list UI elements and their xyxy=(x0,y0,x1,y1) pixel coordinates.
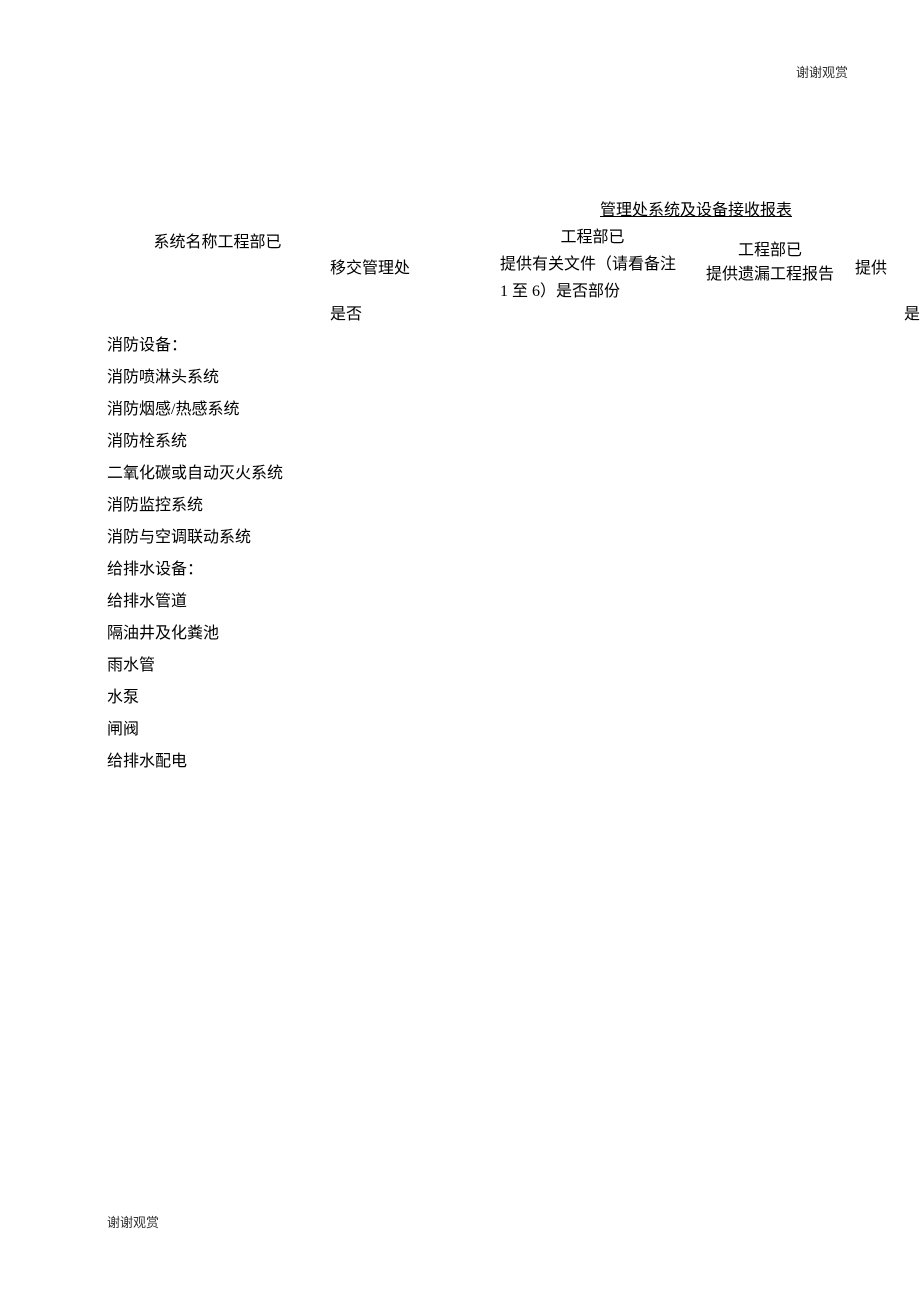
list-item: 消防喷淋头系统 xyxy=(107,362,283,394)
col5-yes: 是 xyxy=(685,300,920,324)
col4-line1: 工程部已 xyxy=(685,236,855,260)
list-item: 二氧化碳或自动灭火系统 xyxy=(107,458,283,490)
list-item: 消防栓系统 xyxy=(107,426,283,458)
col-report: 工程部已 提供遗漏工程报告 xyxy=(685,224,855,284)
col4-line2: 提供遗漏工程报告 xyxy=(685,260,855,284)
header-watermark: 谢谢观赏 xyxy=(796,62,848,81)
col3-spacer xyxy=(500,300,685,324)
list-item: 消防与空调联动系统 xyxy=(107,522,283,554)
table-header-row2: 是否 是 xyxy=(105,300,920,324)
list-item: 给排水管道 xyxy=(107,586,283,618)
list-item: 雨水管 xyxy=(107,650,283,682)
system-list: 消防设备： 消防喷淋头系统 消防烟感/热感系统 消防栓系统 二氧化碳或自动灭火系… xyxy=(107,330,283,778)
col-handover: 移交管理处 xyxy=(330,224,500,278)
list-item: 闸阀 xyxy=(107,714,283,746)
list-item: 消防烟感/热感系统 xyxy=(107,394,283,426)
footer-watermark: 谢谢观赏 xyxy=(107,1212,159,1231)
col3-line2: 提供有关文件（请看备注 1 至 6）是否部份 xyxy=(500,251,685,305)
col2-yesno: 是否 xyxy=(330,300,500,324)
list-item: 给排水配电 xyxy=(107,746,283,778)
list-item: 隔油井及化粪池 xyxy=(107,618,283,650)
col-documents: 工程部已 提供有关文件（请看备注 1 至 6）是否部份 xyxy=(500,224,685,306)
list-item: 消防设备： xyxy=(107,330,283,362)
list-item: 给排水设备： xyxy=(107,554,283,586)
col-provide: 提供 xyxy=(855,224,915,278)
list-item: 水泵 xyxy=(107,682,283,714)
document-title: 管理处系统及设备接收报表 xyxy=(600,196,792,220)
col-system-name: 系统名称工程部已 xyxy=(105,224,330,252)
col3-line1: 工程部已 xyxy=(500,224,685,251)
table-header-row1: 系统名称工程部已 移交管理处 工程部已 提供有关文件（请看备注 1 至 6）是否… xyxy=(105,224,920,306)
list-item: 消防监控系统 xyxy=(107,490,283,522)
